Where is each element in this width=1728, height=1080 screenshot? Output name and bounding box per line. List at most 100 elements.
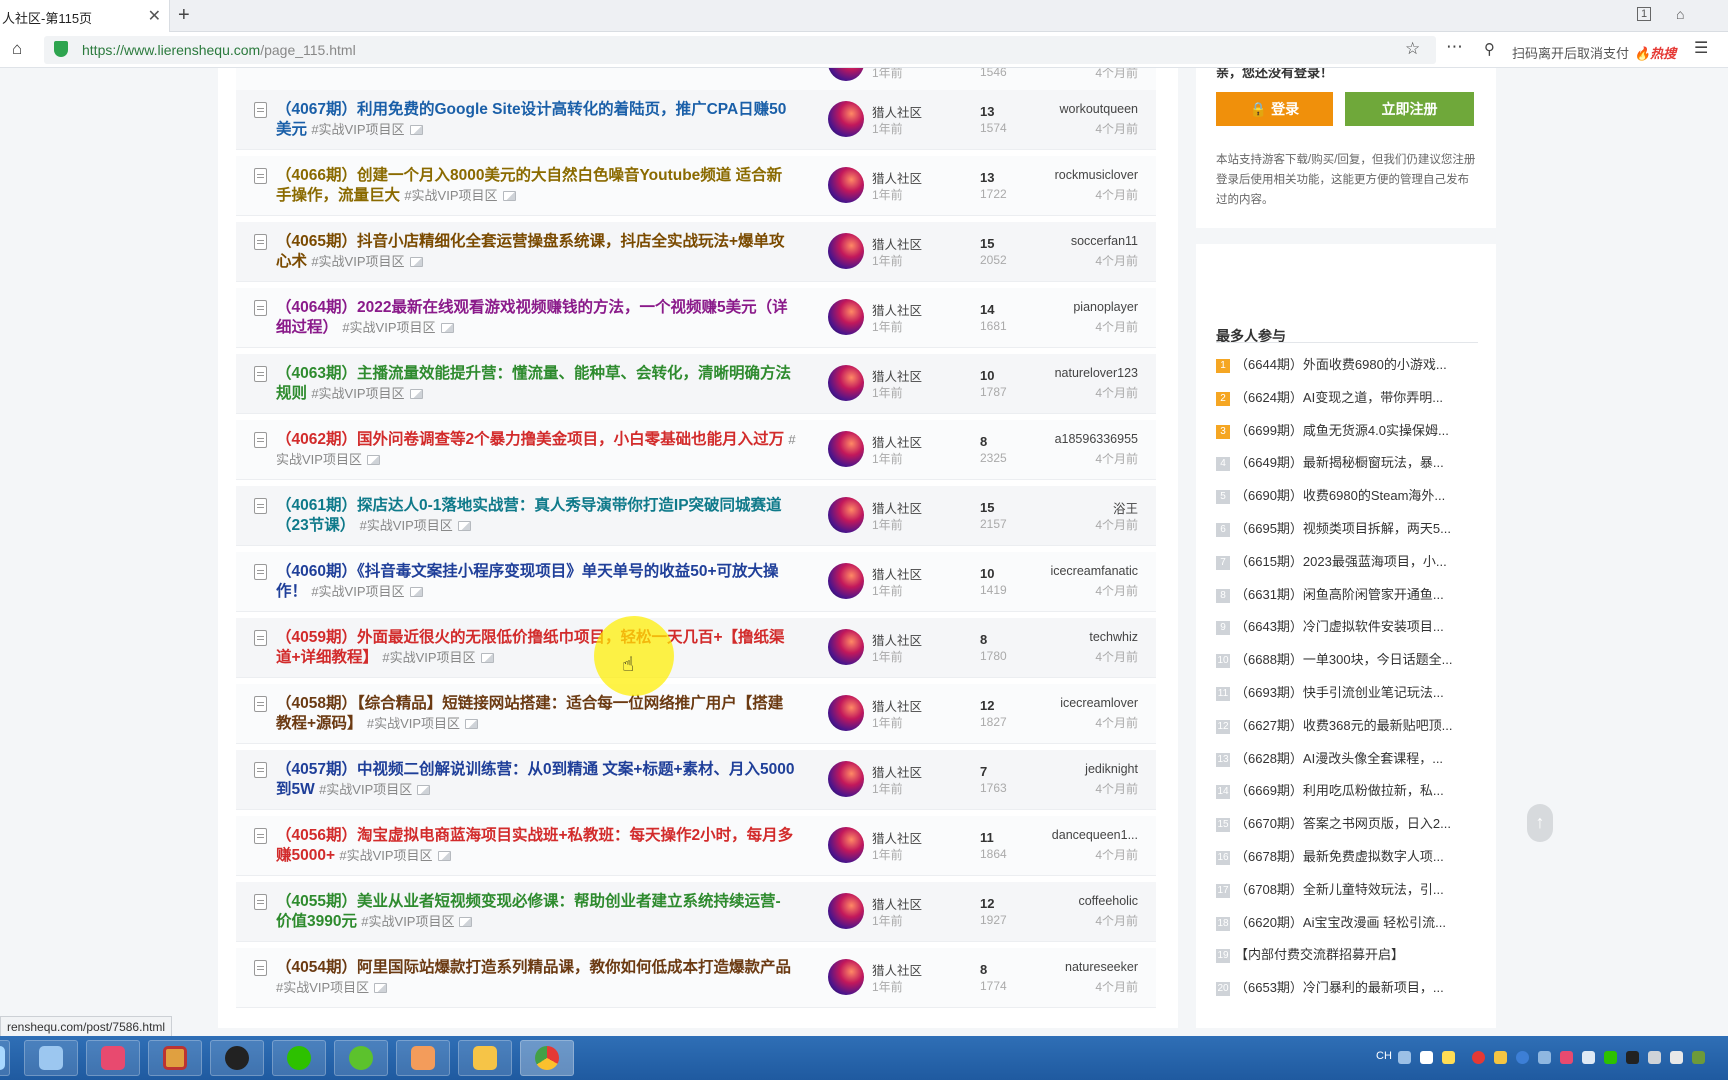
tray-qq-icon[interactable] <box>1626 1051 1639 1064</box>
post-tag[interactable]: #实战VIP项目区 <box>339 848 432 863</box>
tray-check-icon[interactable] <box>1398 1051 1411 1064</box>
close-tab-icon[interactable]: ✕ <box>148 6 161 26</box>
post-row[interactable]: （4056期）淘宝虚拟电商蓝海项目实战班+私教班：每天操作2小时，每月多赚500… <box>236 816 1156 876</box>
post-title-link[interactable]: （4061期）探店达人0-1落地实战营：真人秀导演带你打造IP突破同城赛道（23… <box>276 496 796 536</box>
popular-item[interactable]: 4 （6649期）最新揭秘橱窗玩法，暴... <box>1216 452 1478 474</box>
post-row[interactable]: （4067期）利用免费的Google Site设计高转化的着陆页，推广CPA日赚… <box>236 90 1156 150</box>
url-text[interactable]: https://www.lierenshequ.com/page_115.htm… <box>82 42 356 58</box>
post-title-link[interactable]: （4063期）主播流量效能提升营：懂流量、能种草、会转化，清晰明确方法规则 #实… <box>276 364 796 404</box>
tray-battery-icon[interactable] <box>1692 1051 1705 1064</box>
popular-item-title[interactable]: （6653期）冷门暴利的最新项目，... <box>1235 980 1444 995</box>
last-reply-user[interactable]: pianoplayer <box>1073 300 1138 314</box>
post-tag[interactable]: #实战VIP项目区 <box>276 980 369 995</box>
post-tag[interactable]: #实战VIP项目区 <box>360 518 453 533</box>
popular-item[interactable]: 19 【内部付费交流群招募开启】 <box>1216 944 1478 966</box>
last-reply-user[interactable]: techwhiz <box>1089 630 1138 644</box>
last-reply-user[interactable]: a18596336955 <box>1055 432 1138 446</box>
popular-item[interactable]: 11 （6693期）快手引流创业笔记玩法... <box>1216 682 1478 704</box>
tray-record-icon[interactable] <box>1472 1051 1485 1064</box>
post-author[interactable]: 猎人社区 <box>872 102 922 121</box>
popular-item-title[interactable]: （6620期）Ai宝宝改漫画 轻松引流... <box>1235 915 1446 930</box>
taskbar-tools[interactable] <box>458 1040 512 1076</box>
last-reply-user[interactable]: jediknight <box>1085 762 1138 776</box>
tray-wechat-icon[interactable] <box>1604 1051 1617 1064</box>
last-reply-user[interactable]: naturelover123 <box>1055 366 1138 380</box>
taskbar-video-app[interactable] <box>86 1040 140 1076</box>
post-author[interactable]: 猎人社区 <box>872 564 922 583</box>
taskbar-wechat[interactable] <box>272 1040 326 1076</box>
post-row[interactable]: （4064期）2022最新在线观看游戏视频赚钱的方法，一个视频赚5美元（详细过程… <box>236 288 1156 348</box>
popular-item[interactable]: 1 （6644期）外面收费6980的小游戏... <box>1216 354 1478 376</box>
popular-item[interactable]: 16 （6678期）最新免费虚拟数字人项... <box>1216 846 1478 868</box>
avatar[interactable] <box>828 563 864 599</box>
popular-item[interactable]: 2 （6624期）AI变现之道，带你弄明... <box>1216 387 1478 409</box>
popular-item-title[interactable]: （6615期）2023最强蓝海项目，小... <box>1235 554 1447 569</box>
popular-item-title[interactable]: （6644期）外面收费6980的小游戏... <box>1235 357 1447 372</box>
post-tag[interactable]: #实战VIP项目区 <box>361 914 454 929</box>
browser-search-box[interactable]: ⚲ 扫码离开后取消支付 🔥热搜 <box>1476 36 1686 64</box>
post-row[interactable]: （4062期）国外问卷调查等2个暴力撸美金项目，小白零基础也能月入过万 #实战V… <box>236 420 1156 480</box>
more-icon[interactable]: ⋯ <box>1446 37 1463 57</box>
avatar[interactable] <box>828 299 864 335</box>
popular-item-title[interactable]: （6624期）AI变现之道，带你弄明... <box>1235 390 1443 405</box>
tray-monitor-icon[interactable] <box>1670 1051 1683 1064</box>
post-title-link[interactable]: （4054期）阿里国际站爆款打造系列精品课，教你如何低成本打造爆款产品 #实战V… <box>276 958 796 998</box>
post-row[interactable]: （4058期）【综合精品】短链接网站搭建：适合每一位网络推广用户【搭建教程+源码… <box>236 684 1156 744</box>
post-tag[interactable]: #实战VIP项目区 <box>367 716 460 731</box>
post-row[interactable]: （4061期）探店达人0-1落地实战营：真人秀导演带你打造IP突破同城赛道（23… <box>236 486 1156 546</box>
post-title-link[interactable]: （4060期）《抖音毒文案挂小程序变现项目》单天单号的收益50+可放大操作！ #… <box>276 562 796 602</box>
avatar[interactable] <box>828 959 864 995</box>
post-title[interactable]: （4058期）【综合精品】短链接网站搭建：适合每一位网络推广用户【搭建教程+源码… <box>276 695 783 732</box>
avatar[interactable] <box>828 497 864 533</box>
login-button[interactable]: 🔒 登录 <box>1216 92 1333 126</box>
shirt-icon[interactable]: ⌂ <box>1676 6 1684 22</box>
post-title-link[interactable]: （4067期）利用免费的Google Site设计高转化的着陆页，推广CPA日赚… <box>276 100 796 140</box>
popular-item-title[interactable]: （6708期）全新儿童特效玩法，引... <box>1235 882 1444 897</box>
post-author[interactable]: 猎人社区 <box>872 234 922 253</box>
post-tag[interactable]: #实战VIP项目区 <box>342 320 435 335</box>
popular-item[interactable]: 18 （6620期）Ai宝宝改漫画 轻松引流... <box>1216 912 1478 934</box>
popular-item[interactable]: 10 （6688期）一单300块，今日话题全... <box>1216 649 1478 671</box>
taskbar-browser-360[interactable] <box>334 1040 388 1076</box>
lang-indicator[interactable]: CH <box>1376 1050 1392 1062</box>
popular-item[interactable]: 13 （6628期）AI漫改头像全套课程，... <box>1216 748 1478 770</box>
popular-item-title[interactable]: （6670期）答案之书网页版，日入2... <box>1235 816 1451 831</box>
popular-item-title[interactable]: （6669期）利用吃瓜粉做拉新，私... <box>1235 783 1444 798</box>
popular-item-title[interactable]: 【内部付费交流群招募开启】 <box>1235 947 1404 962</box>
last-reply-user[interactable]: rockmusiclover <box>1055 168 1138 182</box>
post-title[interactable]: （4059期）外面最近很火的无限低价撸纸巾项目，轻松一天几百+【撸纸渠道+详细教… <box>276 629 785 666</box>
post-author[interactable]: 猎人社区 <box>872 432 922 451</box>
taskbar-recorder[interactable] <box>148 1040 202 1076</box>
home-icon[interactable]: ⌂ <box>12 39 22 59</box>
post-title-link[interactable]: （4058期）【综合精品】短链接网站搭建：适合每一位网络推广用户【搭建教程+源码… <box>276 694 796 734</box>
popular-item[interactable]: 12 （6627期）收费368元的最新贴吧顶... <box>1216 715 1478 737</box>
post-author[interactable]: 猎人社区 <box>872 960 922 979</box>
last-reply-user[interactable]: workoutqueen <box>1059 102 1138 116</box>
post-author[interactable]: 猎人社区 <box>872 894 922 913</box>
avatar[interactable] <box>828 365 864 401</box>
new-tab-icon[interactable]: + <box>178 4 190 27</box>
post-tag[interactable]: #实战VIP项目区 <box>311 122 404 137</box>
popular-item[interactable]: 9 （6643期）冷门虚拟软件安装项目... <box>1216 616 1478 638</box>
popular-item[interactable]: 14 （6669期）利用吃瓜粉做拉新，私... <box>1216 780 1478 802</box>
taskbar-chrome[interactable] <box>520 1040 574 1076</box>
post-title[interactable]: （4055期）美业从业者短视频变现必修课：帮助创业者建立系统持续运营-价值399… <box>276 893 781 930</box>
last-reply-user[interactable]: dancequeen1... <box>1052 828 1138 842</box>
post-row[interactable]: （4063期）主播流量效能提升营：懂流量、能种草、会转化，清晰明确方法规则 #实… <box>236 354 1156 414</box>
post-title-link[interactable]: （4056期）淘宝虚拟电商蓝海项目实战班+私教班：每天操作2小时，每月多赚500… <box>276 826 796 866</box>
post-row[interactable]: （4054期）阿里国际站爆款打造系列精品课，教你如何低成本打造爆款产品 #实战V… <box>236 948 1156 1008</box>
post-author[interactable]: 猎人社区 <box>872 366 922 385</box>
post-row[interactable]: （4065期）抖音小店精细化全套运营操盘系统课，抖店全实战玩法+爆单攻心术 #实… <box>236 222 1156 282</box>
post-tag[interactable]: #实战VIP项目区 <box>311 584 404 599</box>
taskbar-explorer[interactable] <box>24 1040 78 1076</box>
url-field[interactable]: https://www.lierenshequ.com/page_115.htm… <box>44 36 1463 64</box>
avatar[interactable] <box>828 431 864 467</box>
popular-item[interactable]: 6 （6695期）视频类项目拆解，两天5... <box>1216 518 1478 540</box>
popular-item-title[interactable]: （6678期）最新免费虚拟数字人项... <box>1235 849 1444 864</box>
menu-icon[interactable]: ☰ <box>1694 38 1708 58</box>
popular-item[interactable]: 3 （6699期）咸鱼无货源4.0实操保姆... <box>1216 420 1478 442</box>
post-title-link[interactable]: （4057期）中视频二创解说训练营：从0到精通 文案+标题+素材、月入5000到… <box>276 760 796 800</box>
post-title[interactable]: （4061期）探店达人0-1落地实战营：真人秀导演带你打造IP突破同城赛道（23… <box>276 497 782 534</box>
post-row[interactable]: （4060期）《抖音毒文案挂小程序变现项目》单天单号的收益50+可放大操作！ #… <box>236 552 1156 612</box>
post-author[interactable]: 猎人社区 <box>872 762 922 781</box>
